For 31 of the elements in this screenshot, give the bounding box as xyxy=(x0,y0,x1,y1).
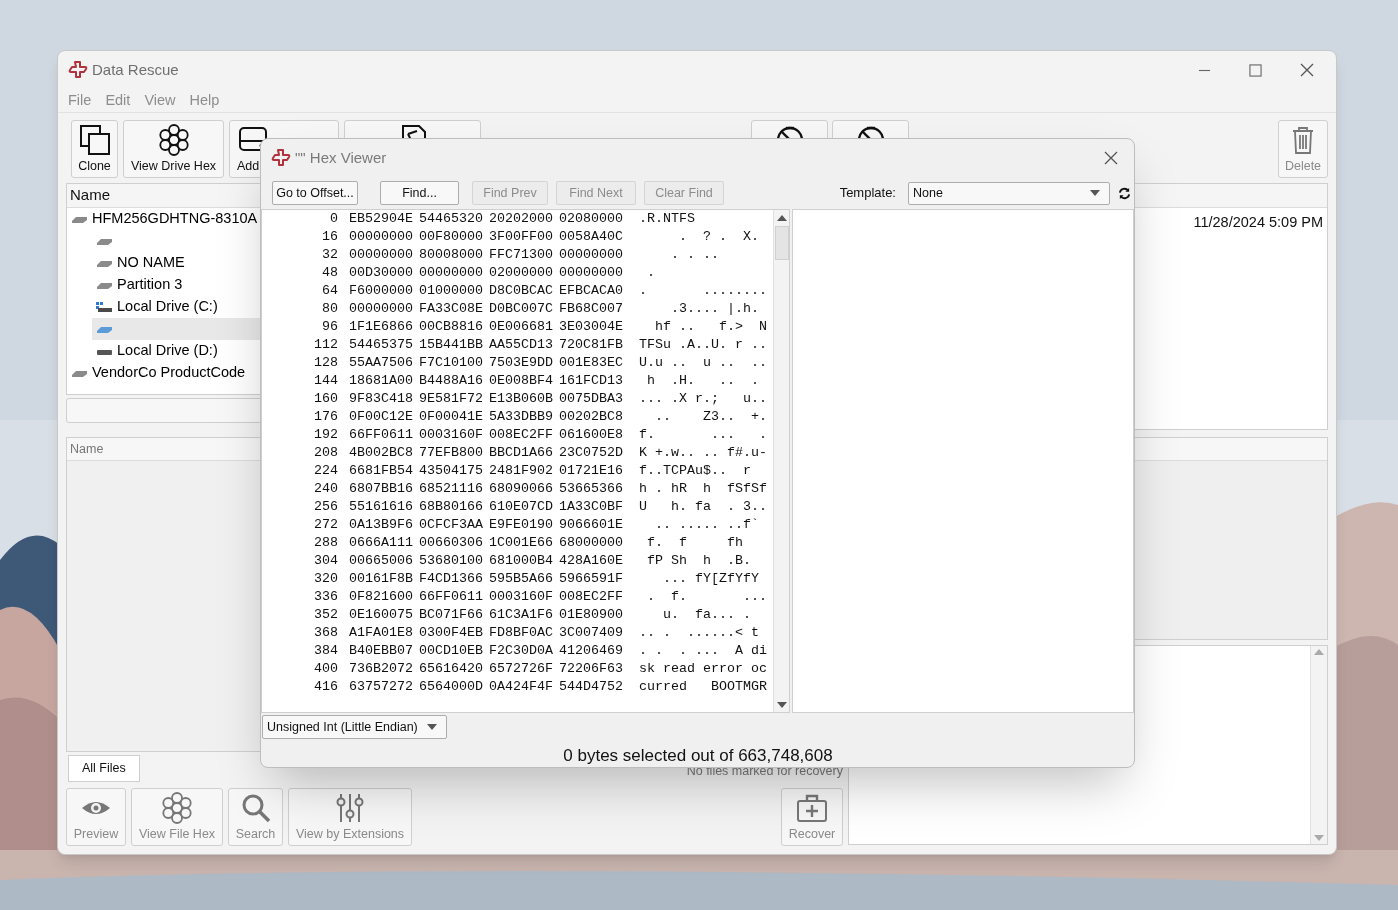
offset-text: 80 xyxy=(321,300,338,318)
offset-text: 160 xyxy=(313,390,338,408)
offset-text: 224 xyxy=(313,462,338,480)
offset-text: 256 xyxy=(313,498,338,516)
offset-text: 208 xyxy=(313,444,338,462)
offset-text: 48 xyxy=(321,264,338,282)
offset-text: 0 xyxy=(329,210,338,228)
offset-text: 320 xyxy=(313,570,338,588)
offset-text: 64 xyxy=(321,282,338,300)
offset-text: 112 xyxy=(313,336,338,354)
offset-text: 144 xyxy=(313,372,338,390)
offset-text: 32 xyxy=(321,246,338,264)
offset-text: 96 xyxy=(321,318,338,336)
window-title: Data Rescue xyxy=(92,59,179,80)
offset-text: 400 xyxy=(313,660,338,678)
offset-text: 384 xyxy=(313,642,338,660)
template-label: Template: xyxy=(839,184,896,203)
offset-text: 304 xyxy=(313,552,338,570)
offset-text: 272 xyxy=(313,516,338,534)
offset-text: 352 xyxy=(313,606,338,624)
offset-text: 368 xyxy=(313,624,338,642)
offset-text: 240 xyxy=(313,480,338,498)
date-text: 11/28/2024 5:09 PM xyxy=(1193,213,1323,233)
selection-status: 0 bytes selected out of 663,748,608 xyxy=(563,745,833,767)
dialog-title: "" Hex Viewer xyxy=(295,147,387,168)
offset-text: 16 xyxy=(321,228,338,246)
offset-text: 128 xyxy=(313,354,338,372)
offset-text: 288 xyxy=(313,534,338,552)
offset-text: 336 xyxy=(313,588,338,606)
offset-text: 416 xyxy=(313,678,338,696)
offset-text: 176 xyxy=(313,408,338,426)
